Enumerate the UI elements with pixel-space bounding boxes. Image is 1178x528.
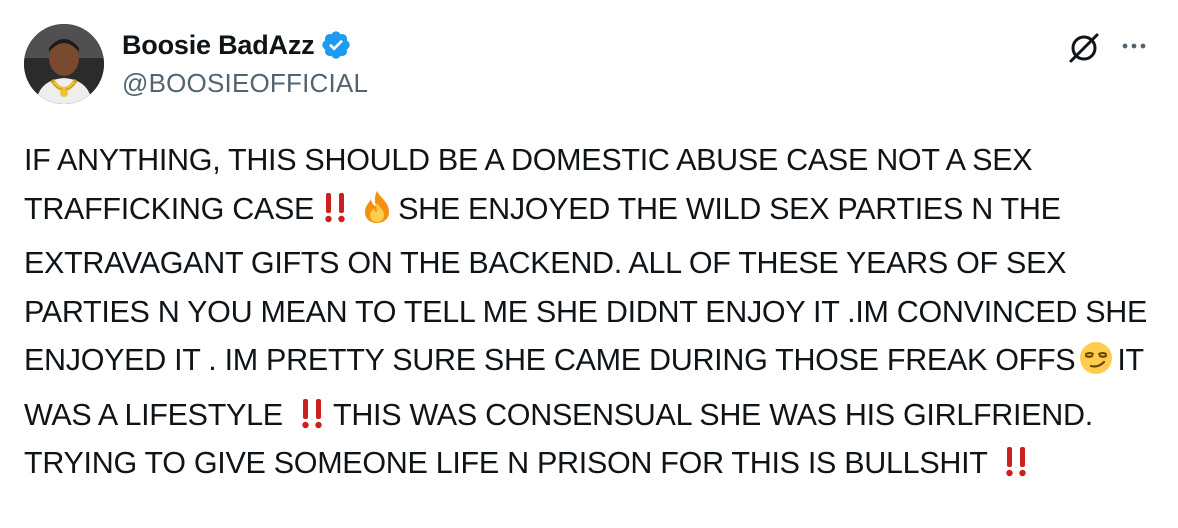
smirk-face-icon [1078, 340, 1114, 391]
author-avatar[interactable] [24, 24, 104, 104]
author-display-name[interactable]: Boosie BadAzz [122, 30, 315, 61]
fire-icon [359, 189, 395, 240]
double-exclamation-icon [317, 191, 353, 225]
avatar-photo-icon [24, 24, 104, 104]
tweet-text: IF ANYTHING, THIS SHOULD BE A DOMESTIC A… [24, 136, 1164, 488]
double-exclamation-icon [998, 445, 1034, 479]
author-handle[interactable]: @BOOSIEOFFICIAL [122, 68, 368, 99]
more-options-icon[interactable] [1118, 30, 1150, 62]
double-exclamation-icon [294, 397, 330, 431]
grok-icon[interactable] [1066, 30, 1102, 66]
author-name-row: Boosie BadAzz [122, 28, 352, 62]
tweet-card: Boosie BadAzz @BOOSIEOFFICIAL IF ANYTHIN… [0, 0, 1178, 528]
verified-badge-icon[interactable] [320, 29, 352, 61]
